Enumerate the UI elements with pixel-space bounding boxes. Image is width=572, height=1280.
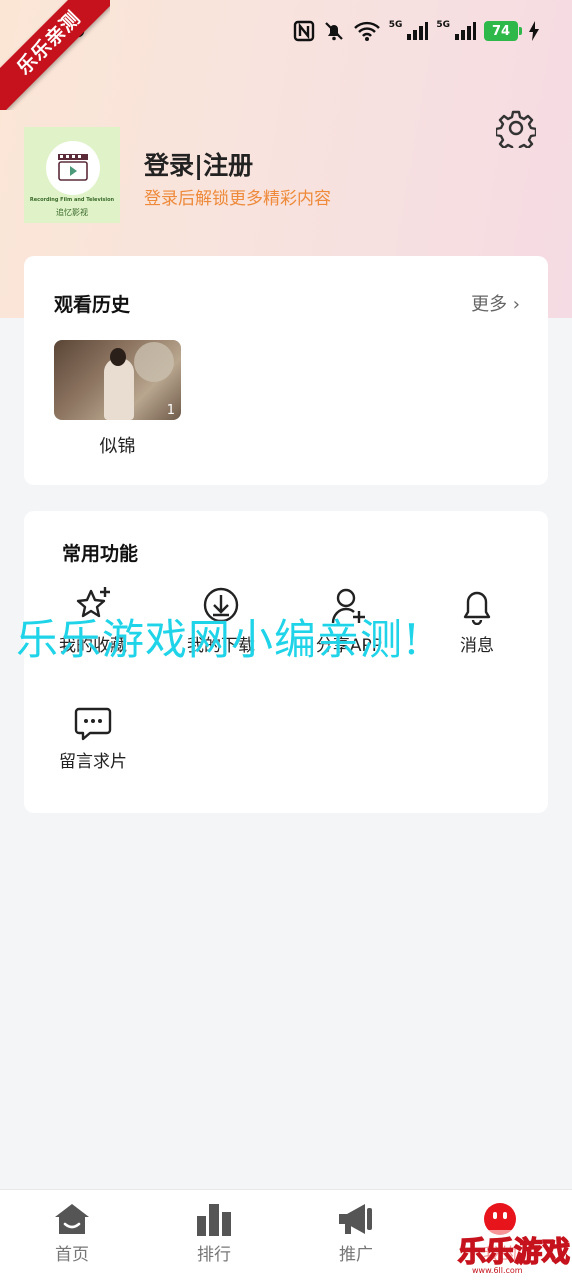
network-label-1: 5G — [388, 20, 403, 30]
signal-icon — [407, 22, 429, 40]
functions-title: 常用功能 — [62, 543, 139, 565]
nav-promote[interactable]: 推广 — [306, 1202, 406, 1265]
chat-bubble-icon — [74, 707, 112, 741]
avatar-caption-cn: 追忆影视 — [56, 208, 88, 217]
bell-icon — [463, 591, 491, 625]
nav-ranking[interactable]: 排行 — [164, 1202, 264, 1265]
film-play-icon — [58, 154, 88, 181]
mute-bell-icon — [324, 22, 343, 41]
messages-label: 消息 — [460, 636, 494, 656]
nav-home-label: 首页 — [55, 1245, 89, 1265]
status-icons: 5G 5G 74 — [293, 20, 540, 42]
bar-chart-icon — [197, 1204, 231, 1236]
charging-icon — [529, 21, 539, 41]
wifi-icon — [353, 21, 380, 41]
thumb-decor-head — [110, 348, 126, 366]
nav-promote-label: 推广 — [339, 1245, 373, 1265]
avatar-caption-en: Recording Film and Television — [29, 197, 115, 203]
corner-ribbon: 乐乐亲测 — [0, 0, 110, 110]
history-thumbnail[interactable]: 1 — [54, 340, 181, 420]
thumb-decor-moon — [134, 342, 174, 382]
avatar[interactable]: Recording Film and Television 追忆影视 — [24, 127, 120, 223]
watermark-text: 乐乐游戏网小编亲测! — [16, 615, 421, 664]
messages-button[interactable]: 消息 — [422, 585, 532, 656]
nav-home[interactable]: 首页 — [22, 1202, 122, 1265]
settings-gear-icon[interactable] — [496, 108, 536, 148]
episode-badge: 1 — [166, 403, 175, 418]
login-register-link[interactable]: 登录|注册 — [144, 146, 253, 182]
login-subtitle: 登录后解锁更多精彩内容 — [144, 189, 331, 209]
ribbon-text: 乐乐亲测 — [0, 0, 110, 110]
network-label-2: 5G — [436, 20, 450, 30]
nav-ranking-label: 排行 — [197, 1245, 231, 1265]
signal-icon-2 — [455, 22, 476, 40]
logo-watermark-url: www.6ll.com — [472, 1266, 523, 1275]
nfc-icon — [293, 20, 314, 42]
history-more-link[interactable]: 更多 › — [471, 290, 520, 316]
request-movie-label: 留言求片 — [59, 752, 127, 772]
home-icon — [55, 1204, 89, 1234]
megaphone-icon — [339, 1204, 372, 1234]
history-title: 观看历史 — [54, 294, 131, 316]
history-item-title[interactable]: 似锦 — [54, 432, 181, 458]
thumb-decor-figure — [104, 358, 134, 420]
battery-indicator: 74 — [484, 21, 522, 41]
logo-watermark-text: 乐乐游戏 — [457, 1234, 571, 1269]
request-movie-button[interactable]: 留言求片 — [38, 705, 148, 772]
watch-history-card: 观看历史 更多 › 1 似锦 — [24, 256, 548, 485]
site-logo-watermark: 乐乐游戏 www.6ll.com — [456, 1230, 572, 1279]
